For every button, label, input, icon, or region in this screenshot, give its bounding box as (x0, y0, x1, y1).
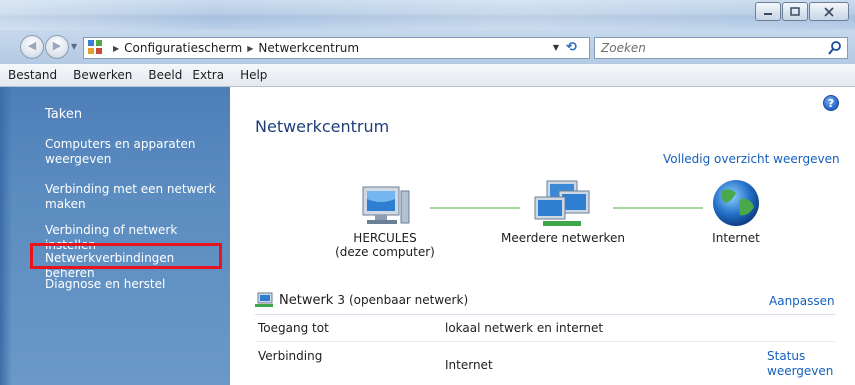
network-node-internet[interactable]: Internet (686, 177, 786, 245)
page-title: Netwerkcentrum (255, 117, 390, 136)
history-dropdown-icon[interactable]: ▼ (71, 42, 77, 51)
menu-file[interactable]: Bestand (0, 68, 65, 82)
node-networks-name: Meerdere netwerken (500, 231, 626, 245)
network-node-computer[interactable]: HERCULES (deze computer) (320, 177, 450, 259)
node-computer-sub: (deze computer) (335, 245, 435, 259)
address-bar[interactable]: ▶ Configuratiescherm ▶ Netwerkcentrum ▼ … (83, 37, 590, 59)
maximize-button[interactable] (782, 2, 808, 21)
node-computer-name: HERCULES (353, 231, 417, 245)
computer-icon (362, 186, 410, 224)
minimize-button[interactable] (755, 2, 781, 21)
search-input[interactable]: Zoeken (594, 37, 848, 59)
address-toolbar: ◀ ▶ ▼ ▶ Configuratiescherm ▶ Netwerkcent… (0, 30, 855, 64)
refresh-icon[interactable]: ⟲ (566, 40, 584, 56)
menu-extra[interactable]: Extra (190, 68, 232, 82)
network-name: Netwerk (279, 292, 334, 308)
sidebar-item-view-computers[interactable]: Computers en apparaten weergeven (45, 137, 225, 167)
globe-icon (713, 180, 759, 226)
sidebar-heading: Taken (45, 107, 83, 122)
help-icon[interactable]: ? (823, 95, 839, 111)
network-node-networks[interactable]: Meerdere netwerken (498, 177, 628, 245)
forward-button[interactable]: ▶ (45, 35, 69, 59)
view-status-link[interactable]: Status weergeven (767, 349, 837, 379)
networks-icon (534, 180, 590, 226)
address-dropdown-icon[interactable]: ▼ (553, 43, 559, 52)
network-header: Netwerk 3 (openbaar netwerk) (255, 292, 468, 308)
search-icon[interactable] (827, 40, 843, 56)
forward-arrow-icon: ▶ (52, 39, 62, 52)
task-sidebar: Taken Computers en apparaten weergeven V… (0, 87, 230, 385)
row-connection-label: Verbinding (258, 349, 323, 363)
divider (255, 314, 835, 315)
row-access-value: lokaal netwerk en internet (445, 321, 604, 335)
customize-link[interactable]: Aanpassen (769, 294, 835, 308)
close-icon (824, 6, 834, 17)
network-number: 3 (337, 293, 345, 307)
node-internet-name: Internet (712, 231, 760, 245)
window-controls (754, 2, 849, 21)
back-arrow-icon: ◀ (27, 39, 37, 52)
menu-help[interactable]: Help (232, 68, 275, 82)
row-connection-value: Internet (445, 358, 493, 372)
menu-bar: Bestand Bewerken Beeld Extra Help (0, 64, 855, 87)
sidebar-item-diagnose[interactable]: Diagnose en herstel (45, 277, 225, 292)
control-panel-icon (88, 40, 104, 56)
full-map-link[interactable]: Volledig overzicht weergeven (663, 152, 840, 166)
close-button[interactable] (809, 2, 849, 21)
network-icon (255, 292, 273, 307)
search-placeholder: Zoeken (601, 41, 646, 55)
minimize-icon (764, 12, 772, 15)
sidebar-item-connect-network[interactable]: Verbinding met een netwerk maken (45, 182, 225, 212)
divider (255, 341, 835, 342)
row-access-label: Toegang tot (258, 321, 329, 335)
network-type: (openbaar netwerk) (348, 293, 469, 307)
menu-edit[interactable]: Bewerken (65, 68, 140, 82)
breadcrumb-separator-icon: ▶ (113, 43, 120, 53)
breadcrumb-network-center[interactable]: Netwerkcentrum (258, 41, 359, 55)
main-content: ? Netwerkcentrum Volledig overzicht weer… (230, 87, 855, 385)
highlight-box (30, 243, 222, 269)
title-bar (0, 0, 855, 30)
breadcrumb-control-panel[interactable]: Configuratiescherm (124, 41, 242, 55)
breadcrumb-separator-icon: ▶ (247, 43, 254, 53)
maximize-icon (790, 6, 800, 16)
menu-view[interactable]: Beeld (140, 68, 190, 82)
back-button[interactable]: ◀ (20, 35, 44, 59)
